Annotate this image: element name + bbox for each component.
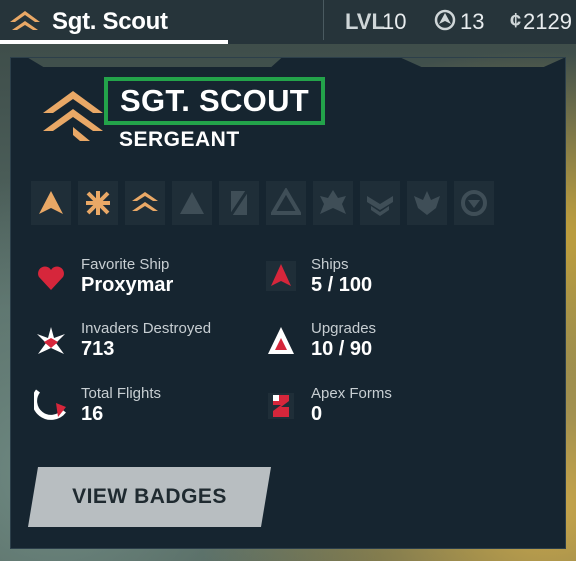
flight-arc-icon: [34, 389, 66, 420]
rank-7-icon: [313, 181, 353, 225]
apex-icon: [268, 393, 294, 419]
divider: [323, 0, 324, 40]
ship-icon: [266, 261, 296, 291]
total-flights-stat: Total Flights 16: [81, 385, 161, 426]
rank-6-icon: [266, 181, 306, 225]
rank-8-icon: [360, 181, 400, 225]
level-value: 10: [382, 9, 407, 34]
invaders-destroyed-label: Invaders Destroyed: [81, 320, 212, 337]
invaders-destroyed-value: 713: [81, 338, 115, 360]
total-flights-label: Total Flights: [81, 385, 162, 402]
view-badges-label: VIEW BADGES: [72, 485, 227, 508]
rank-badge-row: [31, 181, 494, 225]
rank-2-icon: [78, 181, 118, 225]
level-label: LVL: [345, 9, 385, 34]
view-badges-button[interactable]: VIEW BADGES: [28, 467, 271, 527]
apex-forms-value: 0: [311, 403, 323, 425]
rank-9-icon: [407, 181, 447, 225]
upgrades-value: 10 / 90: [311, 338, 373, 360]
apex-forms-stat: Apex Forms 0: [311, 385, 392, 426]
invaders-destroyed-stat: Invaders Destroyed 713: [81, 320, 211, 361]
upgrades-label: Upgrades: [311, 320, 377, 337]
total-flights-value: 16: [81, 403, 104, 425]
fleet-value: 13: [460, 9, 485, 34]
rank-3-icon: [125, 181, 165, 225]
profile-title: SGT. SCOUT: [120, 83, 310, 118]
credits-icon: ¢: [510, 10, 522, 32]
ships-label: Ships: [311, 256, 349, 273]
upgrades-stat: Upgrades 10 / 90: [311, 320, 376, 361]
favorite-ship-value: Proxymar: [81, 274, 174, 296]
player-name[interactable]: Sgt. Scout: [52, 8, 168, 36]
fleet-icon: [434, 9, 456, 31]
sergeant-rank-emblem-icon: [43, 91, 103, 141]
rank-1-icon: [31, 181, 71, 225]
sergeant-rank-icon: [10, 11, 40, 30]
rank-name: SERGEANT: [119, 128, 240, 151]
ships-value: 5 / 100: [311, 274, 373, 296]
rank-5-icon: [219, 181, 259, 225]
favorite-ship-label: Favorite Ship: [81, 256, 170, 273]
active-tab-indicator: [0, 40, 228, 44]
ships-stat: Ships 5 / 100: [311, 256, 372, 297]
top-bar: Sgt. Scout LVL 10 13 ¢ 2129: [0, 0, 576, 44]
rank-10-icon: [454, 181, 494, 225]
favorite-ship-stat: Favorite Ship Proxymar: [81, 256, 173, 297]
apex-forms-label: Apex Forms: [311, 385, 392, 402]
credits-value: 2129: [523, 9, 572, 34]
heart-icon: [38, 266, 64, 290]
explosion-icon: [37, 327, 65, 354]
rank-4-icon: [172, 181, 212, 225]
profile-title-highlight: SGT. SCOUT: [104, 77, 326, 125]
upgrade-icon: [268, 327, 294, 354]
